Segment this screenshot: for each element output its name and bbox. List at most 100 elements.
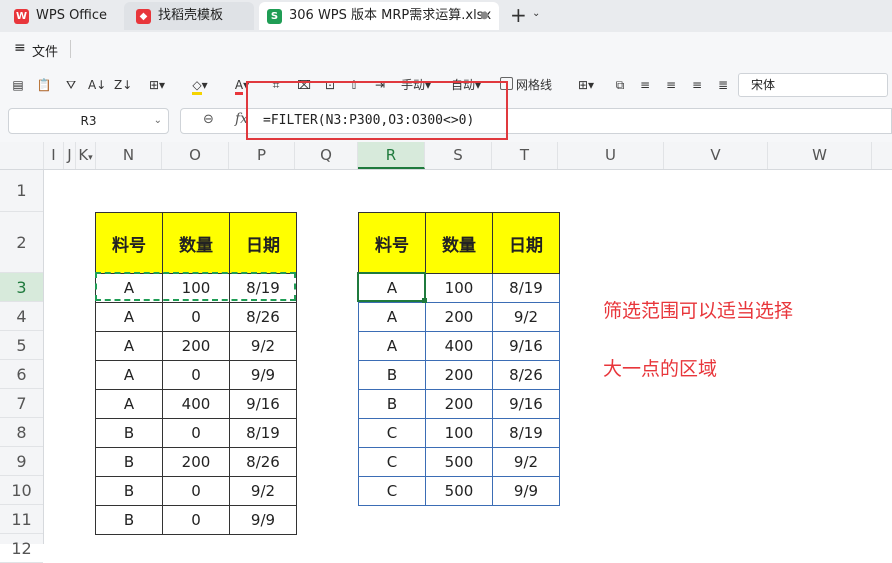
header-cell[interactable]: 料号 [95, 212, 163, 274]
number-format-icon[interactable]: ▤ [10, 75, 26, 95]
row-header[interactable]: 2 [0, 212, 43, 273]
cell[interactable]: A [358, 331, 426, 361]
header-cell[interactable]: 数量 [425, 212, 493, 274]
cell[interactable]: A [95, 302, 163, 332]
cell[interactable]: 8/19 [492, 273, 560, 303]
column-header[interactable]: T [492, 142, 558, 169]
cell[interactable]: 500 [425, 447, 493, 477]
cell[interactable]: 8/26 [229, 447, 297, 477]
justify-icon[interactable]: ≣ [716, 75, 730, 95]
cell[interactable]: B [95, 476, 163, 506]
tab-template-store[interactable]: ◆ 找稻壳模板 [124, 2, 254, 30]
cell[interactable]: 9/16 [492, 389, 560, 419]
cell[interactable]: B [95, 418, 163, 448]
cell[interactable]: 9/2 [492, 447, 560, 477]
column-header[interactable]: I [44, 142, 64, 169]
cell[interactable]: 100 [425, 418, 493, 448]
row-header-selected[interactable]: 3 [0, 273, 43, 302]
column-header[interactable]: N [96, 142, 162, 169]
cell[interactable]: A [95, 360, 163, 390]
cell[interactable]: 9/9 [229, 360, 297, 390]
tab-wps-office[interactable]: W WPS Office [0, 2, 118, 30]
row-header[interactable]: 8 [0, 418, 43, 447]
cell[interactable]: 0 [162, 476, 230, 506]
name-box[interactable]: R3 ⌄ [8, 108, 169, 134]
table-style-icon[interactable]: ⊞▾ [572, 75, 600, 95]
row-header[interactable]: 4 [0, 302, 43, 331]
column-header-selected[interactable]: R [358, 142, 425, 169]
row-header[interactable]: 7 [0, 389, 43, 418]
sort-descending-icon[interactable]: Z↓ [114, 75, 132, 95]
cell[interactable]: 500 [425, 476, 493, 506]
cell[interactable]: 400 [425, 331, 493, 361]
cell[interactable]: 9/16 [229, 389, 297, 419]
cell[interactable]: B [358, 360, 426, 390]
fill-color-icon[interactable]: ◇▾ [186, 75, 214, 95]
cell[interactable]: 0 [162, 302, 230, 332]
freeze-panes-icon[interactable]: ⧉ [612, 75, 628, 95]
cell[interactable]: 0 [162, 360, 230, 390]
column-header[interactable]: W [768, 142, 872, 169]
cell[interactable]: 0 [162, 505, 230, 535]
tab-modified-dot-icon[interactable]: ● [480, 2, 489, 30]
cell[interactable]: B [95, 505, 163, 535]
column-header[interactable]: J [64, 142, 76, 169]
cell[interactable]: 400 [162, 389, 230, 419]
column-header[interactable]: P [229, 142, 295, 169]
column-header[interactable]: V [664, 142, 768, 169]
cell[interactable]: 200 [425, 360, 493, 390]
hamburger-menu-icon[interactable]: ≡ [14, 40, 26, 56]
menu-file[interactable]: 文件 [32, 41, 58, 60]
row-header[interactable]: 11 [0, 505, 43, 534]
new-tab-plus-icon[interactable]: + [510, 3, 527, 27]
zoom-search-icon[interactable]: ⊖ [203, 112, 214, 127]
cell[interactable]: 9/2 [229, 331, 297, 361]
cell[interactable]: 200 [425, 389, 493, 419]
cell[interactable]: C [358, 418, 426, 448]
row-header[interactable]: 5 [0, 331, 43, 360]
clipboard-icon[interactable]: 📋 [36, 75, 52, 95]
cell[interactable]: 200 [425, 302, 493, 332]
align-left-icon[interactable]: ≡ [638, 75, 652, 95]
header-cell[interactable]: 日期 [492, 212, 560, 274]
cell[interactable]: 8/26 [229, 302, 297, 332]
header-cell[interactable]: 料号 [358, 212, 426, 274]
fill-handle[interactable] [422, 298, 427, 303]
row-header[interactable]: 6 [0, 360, 43, 389]
row-header[interactable]: 9 [0, 447, 43, 476]
cell[interactable]: 9/16 [492, 331, 560, 361]
active-cell-outline[interactable] [357, 272, 426, 302]
cell[interactable]: 8/19 [492, 418, 560, 448]
gridlines-toggle[interactable]: 网格线 [500, 75, 556, 95]
cell[interactable]: A [95, 389, 163, 419]
cell[interactable]: B [95, 447, 163, 477]
column-header[interactable]: S [425, 142, 492, 169]
cell[interactable]: 8/26 [492, 360, 560, 390]
column-header[interactable]: U [558, 142, 664, 169]
row-header[interactable]: 10 [0, 476, 43, 505]
cell[interactable]: A [358, 302, 426, 332]
tab-active-file[interactable]: S 306 WPS 版本 MRP需求运算.xlsx ● [259, 2, 499, 30]
cell[interactable]: 200 [162, 331, 230, 361]
cell[interactable]: 100 [425, 273, 493, 303]
align-right-icon[interactable]: ≡ [690, 75, 704, 95]
cell[interactable]: 9/9 [229, 505, 297, 535]
name-box-chevron-icon[interactable]: ⌄ [154, 109, 162, 133]
cell[interactable]: 200 [162, 447, 230, 477]
sort-ascending-icon[interactable]: A↓ [88, 75, 106, 95]
cell[interactable]: B [358, 389, 426, 419]
row-header[interactable]: 1 [0, 170, 43, 212]
filter-icon[interactable]: ⛛ [64, 75, 78, 95]
cell[interactable]: C [358, 447, 426, 477]
column-header[interactable]: Q [295, 142, 358, 169]
select-all-corner[interactable] [0, 142, 44, 169]
tab-list-chevron-icon[interactable]: ⌄ [532, 8, 540, 19]
cell[interactable]: 8/19 [229, 418, 297, 448]
align-center-icon[interactable]: ≡ [664, 75, 678, 95]
cell[interactable]: 9/2 [492, 302, 560, 332]
borders-icon[interactable]: ⊞▾ [144, 75, 170, 95]
header-cell[interactable]: 日期 [229, 212, 297, 274]
cell[interactable]: A [95, 331, 163, 361]
column-header[interactable]: K▾ [76, 142, 96, 169]
row-header[interactable]: 12 [0, 534, 43, 563]
